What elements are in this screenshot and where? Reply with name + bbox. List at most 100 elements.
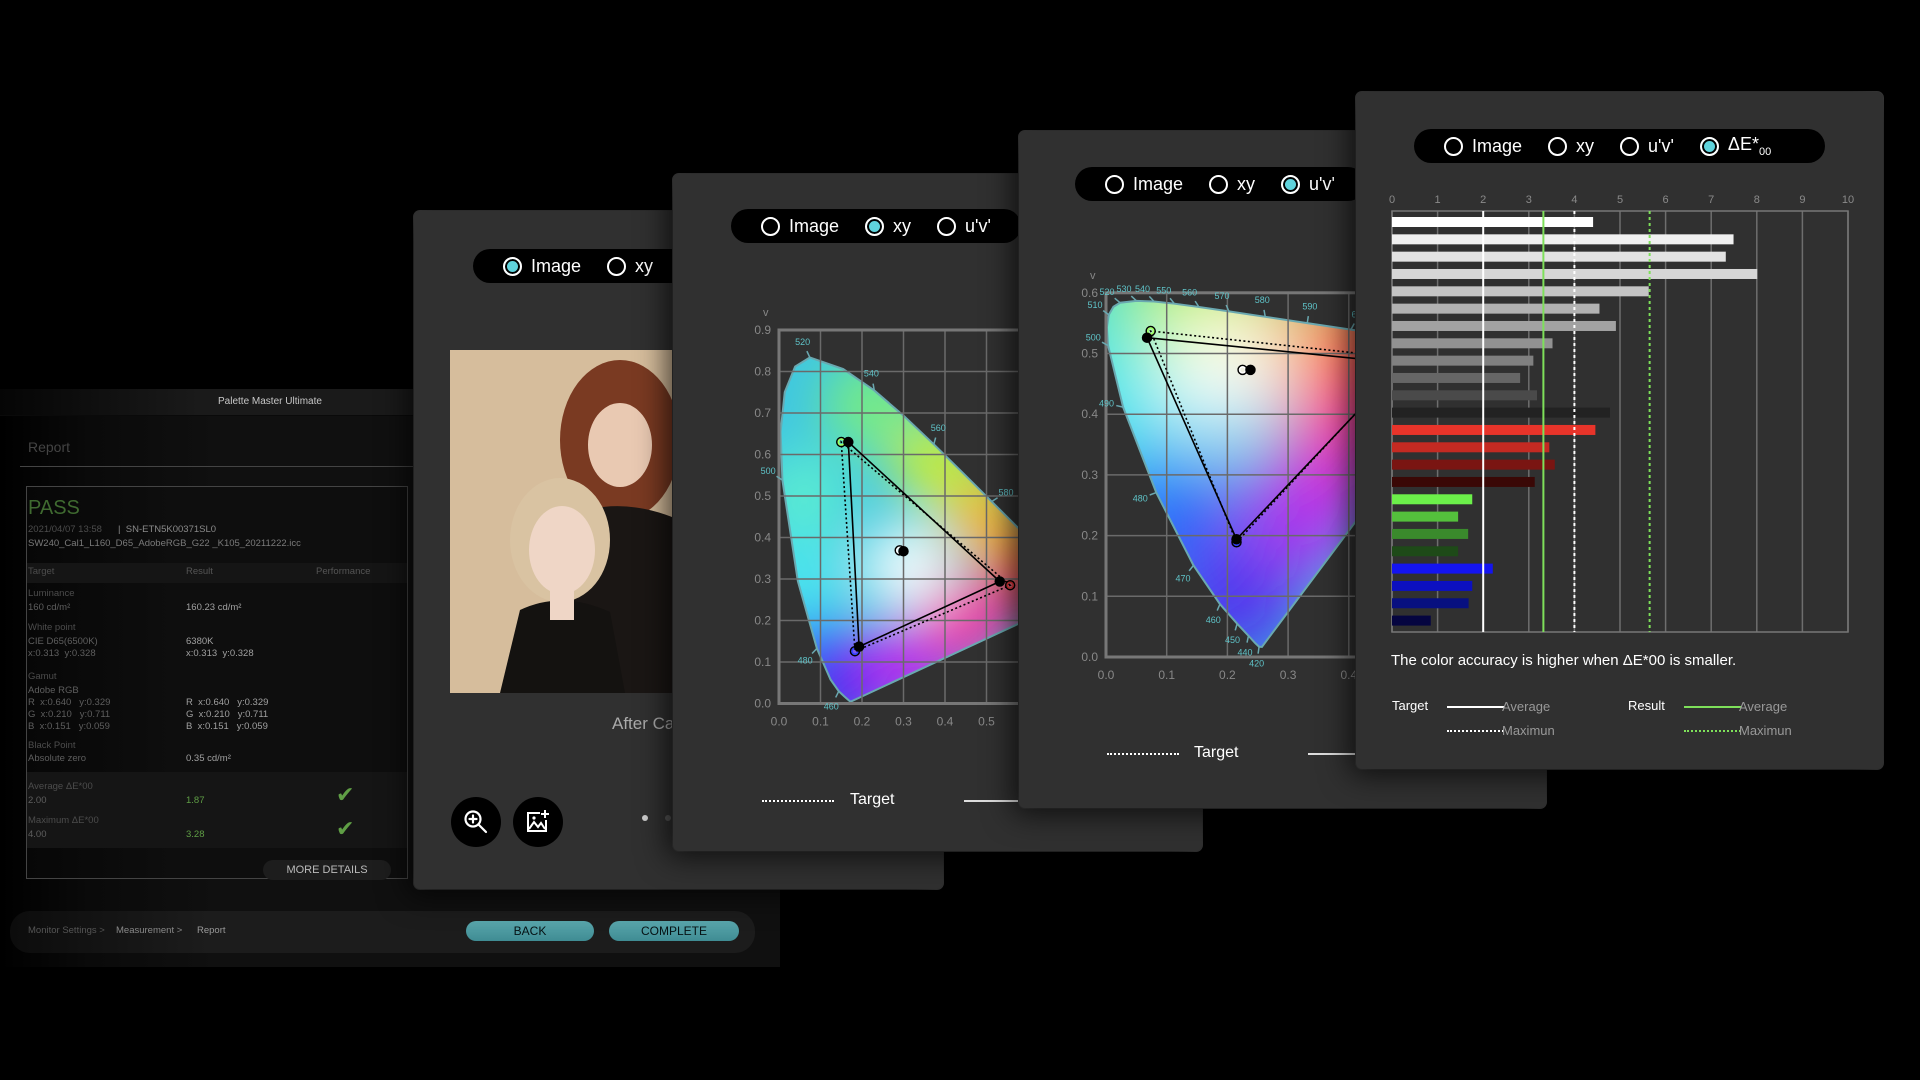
col-target: Target	[28, 566, 55, 577]
app-title: Palette Master Ultimate	[218, 396, 322, 407]
y-tick-label: 0.5	[1081, 347, 1098, 361]
bar	[1392, 615, 1431, 626]
complete-button[interactable]: COMPLETE	[609, 921, 739, 941]
legend-target-average: Average	[1502, 699, 1551, 714]
black-point-result: 0.35 cd/m²	[186, 753, 231, 764]
add-image-icon	[527, 810, 549, 832]
bar	[1392, 424, 1596, 435]
page-dot-active[interactable]	[642, 815, 648, 821]
gamut-target-b: B x:0.151 y:0.059	[28, 721, 110, 732]
legend-target-max-line	[1447, 730, 1504, 732]
wavelength-label: 540	[864, 369, 879, 379]
report-datetime: 2021/04/07 13:58	[28, 524, 102, 535]
report-heading: Report	[28, 439, 71, 455]
y-tick-label: 0.3	[1081, 468, 1098, 482]
wavelength-tick	[1234, 623, 1238, 631]
bar	[1392, 217, 1594, 227]
wavelength-tick	[835, 690, 840, 698]
x-tick-label: 0.0	[1098, 668, 1115, 682]
color-blob	[862, 520, 954, 613]
radio-image[interactable]: Image	[503, 256, 581, 277]
breadcrumb-monitor-settings[interactable]: Monitor Settings >	[28, 925, 105, 936]
wavelength-label: 590	[1302, 301, 1317, 311]
col-result: Result	[186, 566, 213, 577]
wavelength-tick	[806, 350, 811, 358]
wavelength-label: 490	[1099, 398, 1114, 408]
gamut-result-b: B x:0.151 y:0.059	[186, 721, 268, 732]
breadcrumb-measurement[interactable]: Measurement >	[116, 925, 182, 936]
result-w-point	[1245, 364, 1256, 376]
report-profile: SW240_Cal1_L160_D65_AdobeRGB_G22 _K105_2…	[28, 538, 301, 549]
x-tick-label: 0.2	[1219, 668, 1236, 682]
bar	[1392, 546, 1459, 557]
wavelength-label: 510	[1088, 300, 1103, 310]
add-image-button[interactable]	[513, 797, 563, 847]
x-tick-label: 7	[1708, 194, 1714, 206]
x-tick-label: 0	[1389, 194, 1395, 206]
more-details-button[interactable]: MORE DETAILS	[263, 860, 391, 880]
radio-selected-icon	[503, 256, 522, 276]
divider	[20, 466, 420, 467]
x-tick-label: 0.4	[937, 715, 954, 729]
white-point-target: CIE D65(6500K)	[28, 636, 98, 647]
bar	[1392, 528, 1469, 539]
white-point-result: 6380K	[186, 636, 214, 647]
black-point-target: Absolute zero	[28, 753, 87, 764]
zoom-in-button[interactable]	[451, 797, 501, 847]
result-b-point	[1231, 533, 1242, 545]
y-axis-label: v	[763, 307, 769, 319]
wavelength-label: 480	[798, 656, 813, 666]
back-button[interactable]: BACK	[466, 921, 594, 941]
wavelength-tick	[1130, 295, 1137, 302]
legend-result-average: Average	[1739, 699, 1788, 714]
y-tick-label: 0.4	[754, 531, 771, 545]
y-tick-label: 0.8	[754, 365, 771, 379]
x-tick-label: 6	[1663, 194, 1669, 206]
bar	[1392, 390, 1538, 401]
wavelength-label: 520	[1100, 287, 1115, 297]
y-tick-label: 0.6	[754, 448, 771, 462]
wavelength-label: 580	[1255, 295, 1270, 305]
wavelength-label: 460	[824, 701, 839, 711]
result-g-point	[1141, 332, 1153, 343]
check-icon: ✔	[336, 782, 355, 807]
y-tick-label: 0.1	[754, 655, 771, 669]
gamut-target-g: G x:0.210 y:0.711	[28, 709, 111, 720]
avg-de-result: 1.87	[186, 795, 205, 806]
y-tick-label: 0.0	[754, 697, 771, 711]
y-tick-label: 0.5	[754, 489, 771, 503]
x-tick-label: 10	[1842, 194, 1854, 206]
max-de-label: Maximum ΔE*00	[28, 815, 99, 826]
x-tick-label: 5	[1617, 194, 1623, 206]
legend-result-average-line	[1684, 706, 1741, 708]
wavelength-label: 540	[1135, 284, 1150, 294]
gamut-result-r: R x:0.640 y:0.329	[186, 697, 269, 708]
report-serial: | SN-ETN5K00371SL0	[118, 524, 217, 535]
bar	[1392, 407, 1610, 418]
radio-xy[interactable]: xy	[607, 256, 653, 277]
bar	[1392, 494, 1473, 505]
x-tick-label: 1	[1435, 194, 1441, 206]
wavelength-label: 580	[998, 487, 1013, 497]
wavelength-tick	[1188, 564, 1195, 572]
y-tick-label: 0.9	[754, 323, 771, 337]
bar	[1392, 338, 1553, 349]
wavelength-tick	[991, 497, 998, 503]
wavelength-label: 560	[1182, 288, 1197, 298]
legend-target-label: Target	[1194, 744, 1239, 761]
breadcrumb-report[interactable]: Report	[197, 925, 226, 936]
wavelength-label: 530	[1117, 284, 1132, 294]
luminance-target: 160 cd/m²	[28, 602, 71, 613]
wavelength-label: 500	[761, 466, 776, 476]
avg-de-target: 2.00	[28, 795, 47, 806]
delta-e-chart-panel: Image xy u'v' ΔE*00 0 1 2 3 4 5 6 7 8 9 10 The col…	[1356, 92, 1883, 769]
page-dot[interactable]	[665, 815, 671, 821]
color-blob	[1157, 305, 1292, 440]
wavelength-label: 500	[1086, 332, 1101, 342]
complete-label: COMPLETE	[640, 924, 707, 938]
wavelength-label: 520	[795, 337, 810, 347]
bar	[1392, 459, 1555, 470]
y-tick-label: 0.0	[1081, 650, 1098, 664]
gamut-target: Adobe RGB	[28, 685, 79, 696]
bar	[1392, 320, 1616, 331]
